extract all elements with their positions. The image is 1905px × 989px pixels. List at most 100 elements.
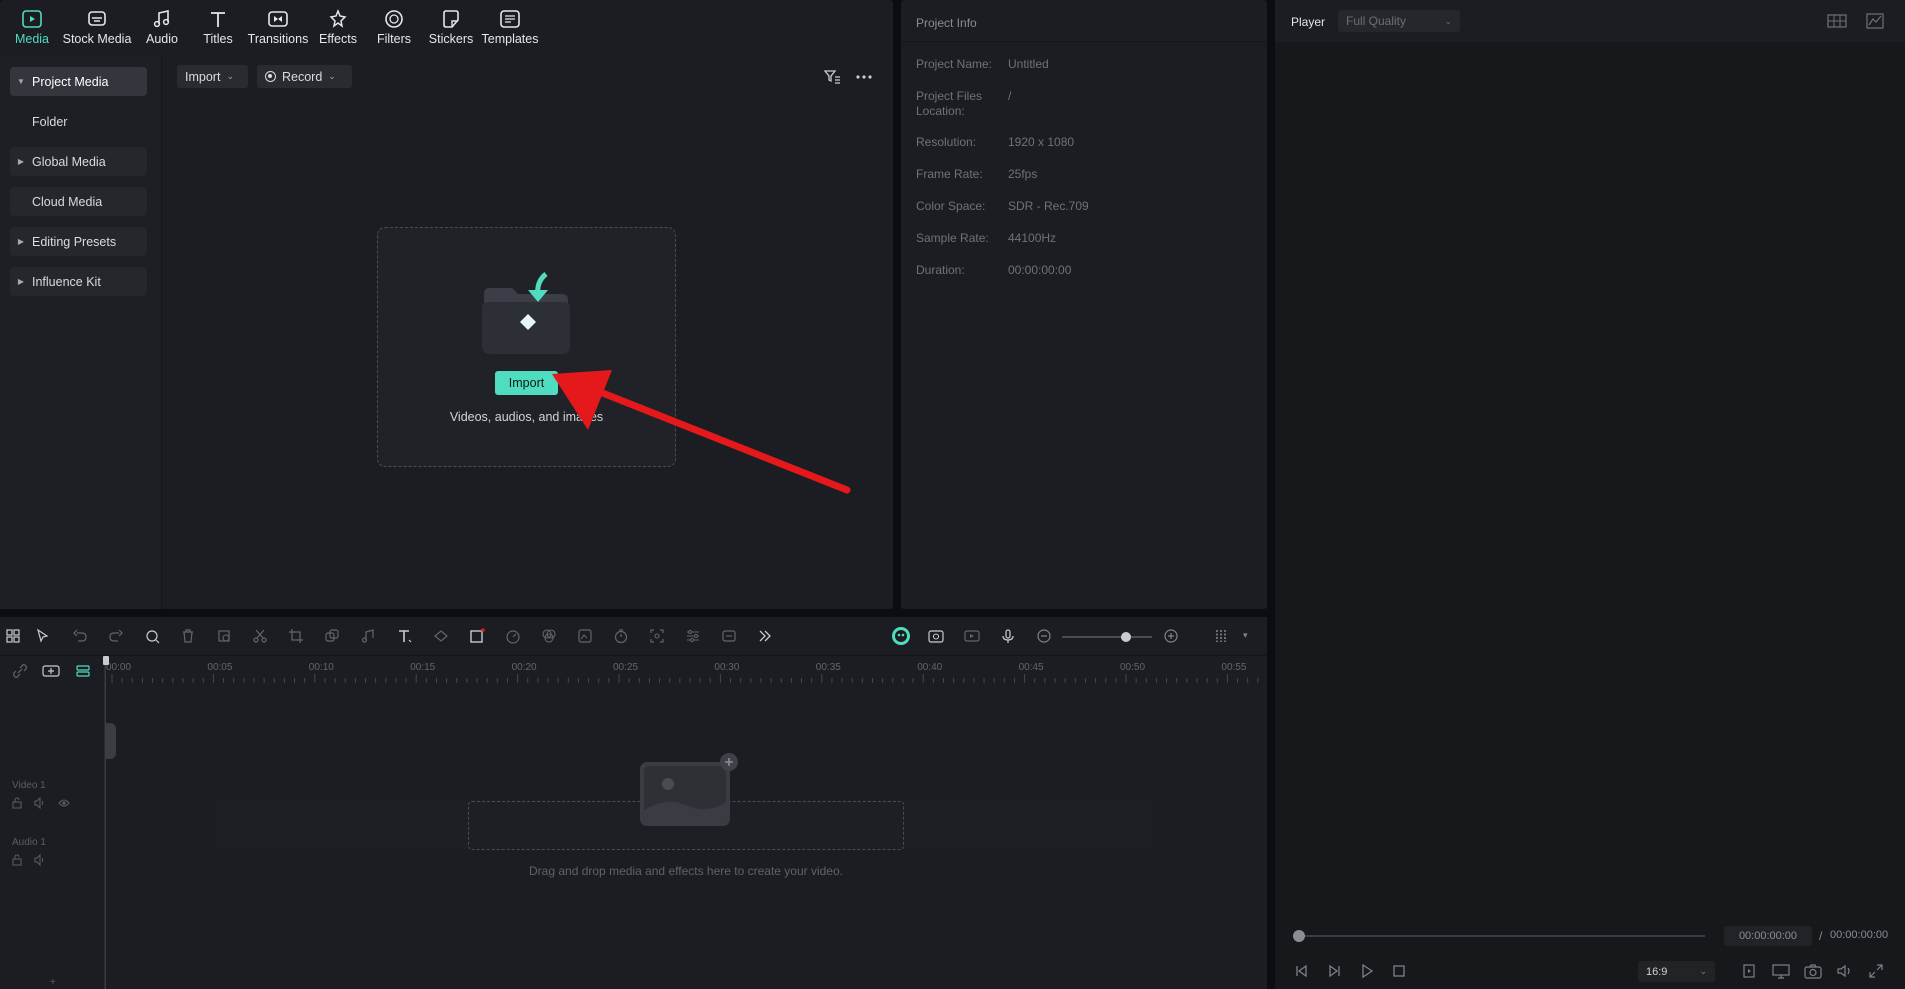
speaker-icon[interactable] [34,797,46,809]
ruler-ticks [111,674,1259,683]
zoom-slider-handle[interactable] [1120,632,1131,642]
mask-icon[interactable] [431,626,451,646]
tab-effects[interactable]: Effects [318,6,358,52]
tab-transitions[interactable]: Transitions [247,6,309,52]
more-tools-icon[interactable] [755,626,775,646]
delete-icon[interactable] [178,626,198,646]
previous-frame-icon[interactable] [1294,963,1310,979]
audio-edit-icon[interactable] [358,626,378,646]
layout-grid-icon[interactable] [1827,13,1847,29]
crop-zoom-icon[interactable] [286,626,306,646]
ruler-label: 00:05 [207,662,233,673]
volume-icon[interactable] [1836,963,1854,979]
playhead-line[interactable] [105,656,106,989]
tab-media[interactable]: Media [13,6,51,52]
stabilize-icon[interactable] [647,626,667,646]
playhead-marker[interactable] [103,656,109,665]
link-icon[interactable] [12,663,28,679]
filter-sort-icon[interactable] [823,68,841,86]
render-preview-icon[interactable] [1741,963,1757,979]
split-icon[interactable] [250,626,270,646]
add-track-icon[interactable] [42,663,60,679]
sidebar-item-global-media[interactable]: ▶ Global Media [10,147,147,176]
tab-titles[interactable]: Titles [198,6,238,52]
player-title: Player [1291,15,1326,29]
track-manager-icon[interactable] [75,663,91,679]
ruler-label: 00:20 [511,662,537,673]
image-edit-icon[interactable] [575,626,595,646]
fullscreen-icon[interactable] [1868,963,1884,979]
sidebar-item-project-media[interactable]: ▼ Project Media [10,67,147,96]
playback-progress-handle[interactable] [1293,930,1305,942]
aspect-ratio-dropdown[interactable]: 16:9 ⌄ [1638,961,1715,982]
crop-icon[interactable] [214,626,234,646]
snapshot-icon[interactable] [1804,963,1822,979]
ai-copilot-icon[interactable] [891,626,911,646]
ai-tools-icon[interactable] [143,626,163,646]
ruler-label: 00:40 [917,662,943,673]
screen-record-icon[interactable] [962,626,982,646]
layout-menu-icon[interactable] [3,626,23,646]
play-icon[interactable] [1359,963,1375,979]
undo-icon[interactable] [70,626,90,646]
redo-icon[interactable] [106,626,126,646]
record-dropdown[interactable]: Record ⌄ [257,65,352,88]
color-match-icon[interactable] [539,626,559,646]
tab-label: Media [14,32,50,46]
sidebar-item-label: Editing Presets [32,234,117,249]
timeline-ruler[interactable] [106,656,1267,686]
info-value-color-space: SDR - Rec.709 [1008,199,1089,213]
microphone-icon[interactable] [998,626,1018,646]
chevron-down-icon: ▼ [17,77,25,86]
more-options-icon[interactable] [855,68,873,86]
sidebar-item-editing-presets[interactable]: ▶ Editing Presets [10,227,147,256]
sidebar-item-cloud-media[interactable]: Cloud Media [10,187,147,216]
zoom-out-icon[interactable] [1034,626,1054,646]
timer-icon[interactable] [611,626,631,646]
chevron-right-icon: ▶ [17,237,25,246]
lock-icon[interactable] [11,797,23,809]
quality-dropdown[interactable]: Full Quality ⌄ [1338,10,1460,32]
add-icon[interactable]: + [50,977,56,988]
auto-caption-icon[interactable] [719,626,739,646]
tab-filters[interactable]: Filters [374,6,414,52]
tab-label: Transitions [247,32,309,46]
auto-reframe-icon[interactable] [926,626,946,646]
text-tool-icon[interactable] [395,626,415,646]
track-headers [0,656,105,989]
chevron-right-icon: ▶ [17,277,25,286]
zoom-slider-track[interactable] [1062,636,1152,638]
select-tool-icon[interactable] [33,626,53,646]
detach-icon[interactable] [322,626,342,646]
sidebar-item-folder[interactable]: Folder [10,107,147,136]
shape-tool-icon[interactable] [467,626,487,646]
record-icon [265,71,276,82]
tab-stock-media[interactable]: Stock Media [62,6,132,52]
sidebar-item-influence-kit[interactable]: ▶ Influence Kit [10,267,147,296]
tab-audio[interactable]: Audio [142,6,182,52]
zoom-in-icon[interactable] [1161,626,1181,646]
info-value-project-files-location: / [1008,89,1012,103]
track-layout-icon[interactable] [1212,626,1232,646]
info-label-color-space: Color Space: [916,199,986,213]
chevron-down-icon[interactable]: ▾ [1243,630,1248,641]
display-icon[interactable] [1772,963,1790,979]
eye-icon[interactable] [58,797,70,809]
lock-icon[interactable] [11,854,23,866]
tab-stickers[interactable]: Stickers [429,6,473,52]
adjust-icon[interactable] [683,626,703,646]
scopes-icon[interactable] [1866,13,1884,29]
speed-icon[interactable] [503,626,523,646]
sidebar-item-label: Global Media [32,154,106,169]
track-collapse-handle[interactable] [105,723,116,759]
tab-label: Effects [319,32,357,46]
playback-progress-track[interactable] [1298,935,1705,937]
speaker-icon[interactable] [34,854,46,866]
stop-icon[interactable] [1391,963,1407,979]
import-dropdown[interactable]: Import ⌄ [177,65,248,88]
divider [901,41,1267,42]
tab-templates[interactable]: Templates [482,6,539,52]
timeline-drop-hint: Drag and drop media and effects here to … [529,864,843,878]
chevron-down-icon: ⌄ [226,71,234,81]
next-frame-icon[interactable] [1326,963,1342,979]
